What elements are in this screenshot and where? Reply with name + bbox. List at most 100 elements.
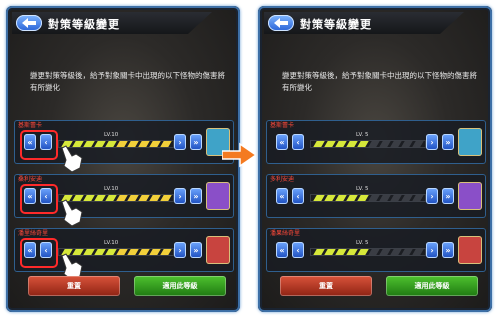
right-icon: › [430,137,434,147]
level-segment-filled [116,195,128,201]
double-right-icon: » [193,191,199,201]
level-segment-filled [94,141,106,147]
orange-arrow-icon [222,142,256,168]
level-segment-empty [401,141,413,147]
level-up-button[interactable]: › [174,134,186,150]
level-label: LV.10 [104,186,119,192]
level-min-button[interactable]: « [276,134,288,150]
level-segment-filled [346,141,358,147]
level-min-button[interactable]: « [276,242,288,258]
reset-button[interactable]: 重置 [28,276,120,296]
level-segment-filled [313,195,325,201]
monster-name: 桑利安迪 [18,176,43,183]
level-down-button[interactable]: ‹ [292,134,304,150]
tap-highlight [20,130,58,160]
level-segment-filled [357,195,369,201]
level-segment-empty [401,249,413,255]
right-icon: › [430,245,434,255]
level-segment-empty [379,141,391,147]
monster-name: 潘果絲奇里 [270,230,301,237]
page-title: 對策等級變更 [48,18,120,31]
level-segment-filled [160,249,172,255]
double-left-icon: « [279,245,285,255]
level-segment-filled [335,195,347,201]
level-segment-filled [94,249,106,255]
back-button[interactable] [16,15,42,31]
apply-level-button[interactable]: 適用此等級 [134,276,226,296]
level-segment-empty [368,195,380,201]
level-max-button[interactable]: » [190,134,202,150]
level-segment-filled [357,141,369,147]
level-segment-filled [116,249,128,255]
right-icon: › [178,191,182,201]
level-up-button[interactable]: › [426,134,438,150]
monster-row: 潘果絲奇里 « ‹ LV. 5 › » [266,228,486,272]
double-right-icon: » [445,191,451,201]
back-arrow-icon [22,18,36,28]
level-label: LV. 5 [356,240,369,246]
monster-avatar [206,182,230,210]
monster-avatar [458,128,482,156]
monster-avatar [458,182,482,210]
level-segment-empty [412,249,424,255]
left-icon: ‹ [296,191,300,201]
pointing-hand-icon [61,199,83,227]
level-max-button[interactable]: » [190,242,202,258]
level-segment-empty [390,141,402,147]
level-segment-filled [335,249,347,255]
level-max-button[interactable]: » [442,188,454,204]
left-icon: ‹ [296,245,300,255]
level-up-button[interactable]: › [426,188,438,204]
level-down-button[interactable]: ‹ [292,188,304,204]
monster-avatar [458,236,482,264]
level-up-button[interactable]: › [174,242,186,258]
level-segment-filled [138,195,150,201]
double-right-icon: » [445,245,451,255]
level-segment-empty [401,195,413,201]
level-segment-filled [313,249,325,255]
level-segment-filled [324,141,336,147]
level-segment-filled [160,195,172,201]
level-segment-filled [324,249,336,255]
back-button[interactable] [268,15,294,31]
monster-name: 基斯蕾卡 [270,122,295,129]
description-text: 變更對策等級後，給予對象關卡中出現的以下怪物的傷害將有所變化 [282,71,477,92]
reset-button[interactable]: 重置 [280,276,372,296]
level-bar [310,194,426,202]
panel-after: 對策等級變更 變更對策等級後，給予對象關卡中出現的以下怪物的傷害將有所變化 基斯… [258,6,492,312]
right-icon: › [430,191,434,201]
level-segment-filled [116,141,128,147]
monster-name: 多利安迪 [270,176,295,183]
level-max-button[interactable]: » [442,242,454,258]
level-label: LV. 5 [356,132,369,138]
level-up-button[interactable]: › [426,242,438,258]
pointing-hand-icon [61,145,83,173]
level-segment-filled [160,141,172,147]
monster-row: 基斯蕾卡 « ‹ LV. 5 › » [266,120,486,164]
level-up-button[interactable]: › [174,188,186,204]
level-segment-filled [105,195,117,201]
level-label: LV.10 [104,240,119,246]
tap-highlight [20,184,58,214]
double-left-icon: « [279,191,285,201]
level-segment-filled [127,141,139,147]
level-max-button[interactable]: » [442,134,454,150]
level-segment-filled [335,141,347,147]
double-right-icon: » [445,137,451,147]
level-segment-empty [412,141,424,147]
level-segment-filled [127,195,139,201]
level-max-button[interactable]: » [190,188,202,204]
level-segment-filled [138,249,150,255]
level-segment-filled [105,249,117,255]
level-segment-filled [94,195,106,201]
level-min-button[interactable]: « [276,188,288,204]
level-bar [310,140,426,148]
right-icon: › [178,137,182,147]
monster-avatar [206,236,230,264]
right-icon: › [178,245,182,255]
level-bar [310,248,426,256]
level-segment-empty [368,141,380,147]
level-down-button[interactable]: ‹ [292,242,304,258]
level-segment-empty [390,195,402,201]
apply-level-button[interactable]: 適用此等級 [386,276,478,296]
